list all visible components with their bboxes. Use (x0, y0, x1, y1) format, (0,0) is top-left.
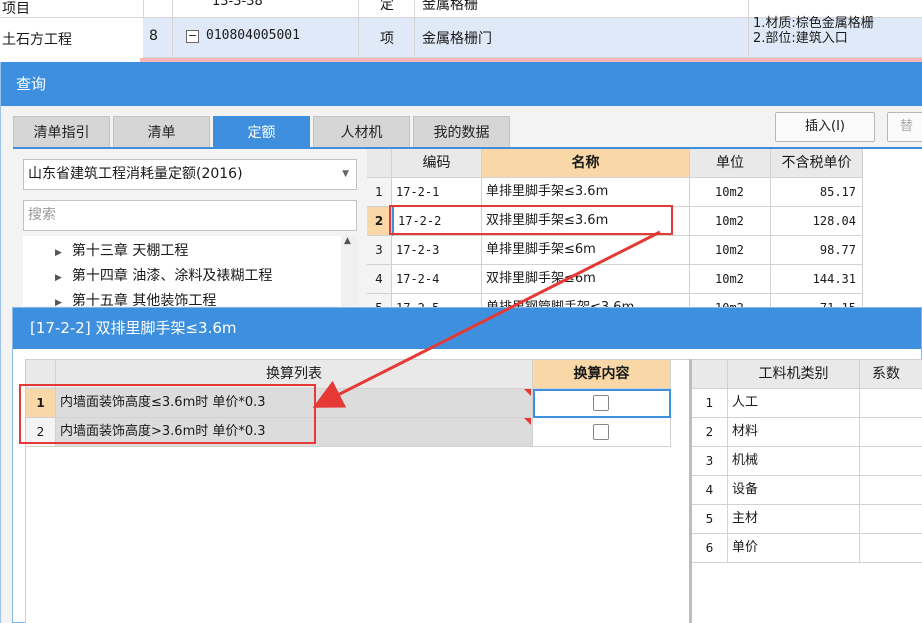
chevron-down-icon: ▼ (342, 169, 349, 179)
cat-row-coef[interactable] (860, 389, 922, 418)
caret-right-icon: ▶ (55, 298, 62, 306)
annotation-box-quota (389, 205, 673, 235)
bg-description: 1.材质:棕色金属格栅 2.部位:建筑入口 (753, 16, 874, 46)
quota-row-name[interactable]: 单排里脚手架≤6m (482, 236, 690, 265)
insert-button[interactable]: 插入(I) (775, 112, 875, 142)
quota-row-unit: 10m2 (690, 265, 771, 294)
cat-row-name[interactable]: 单价 (728, 534, 860, 563)
cat-header-num (692, 360, 728, 389)
bg-row-number: 8 (149, 28, 158, 44)
bg-row0-code: 13-3-38 (212, 0, 263, 9)
cat-row-name[interactable]: 机械 (728, 447, 860, 476)
bg-name: 金属格栅门 (422, 31, 492, 47)
cat-row-coef[interactable] (860, 505, 922, 534)
tab-list-guide[interactable]: 清单指引 (13, 116, 110, 148)
conv-row-content-cell[interactable] (533, 418, 671, 447)
edit-marker-icon (524, 418, 531, 425)
cat-row-name[interactable]: 设备 (728, 476, 860, 505)
quota-header-code[interactable]: 编码 (392, 149, 482, 178)
quota-row-price: 128.04 (771, 207, 863, 236)
cat-row-coef[interactable] (860, 476, 922, 505)
tab-list[interactable]: 清单 (113, 116, 210, 148)
replace-button[interactable]: 替 (887, 112, 922, 142)
cat-header-category: 工料机类别 (728, 360, 860, 389)
quota-row-num: 4 (367, 265, 392, 294)
quota-library-select[interactable]: 山东省建筑工程消耗量定额(2016) ▼ (23, 159, 357, 190)
quota-row-code[interactable]: 17-2-1 (392, 178, 482, 207)
cat-row-num: 1 (692, 389, 728, 418)
cat-row-coef[interactable] (860, 534, 922, 563)
tree-item-ch14[interactable]: ▶ 第十四章 油漆、涂料及裱糊工程 (55, 265, 272, 285)
chapter-tree: ▶ 第十三章 天棚工程 ▶ 第十四章 油漆、涂料及裱糊工程 ▶ 第十五章 其他装饰工程… (23, 236, 357, 306)
cat-row-coef[interactable] (860, 447, 922, 476)
bg-unit: 项 (380, 31, 394, 47)
collapse-icon[interactable]: − (186, 30, 199, 43)
quota-row-price: 85.17 (771, 178, 863, 207)
cat-header-coef: 系数 (860, 360, 922, 389)
bg-row0-unit: 定 (380, 0, 394, 13)
quota-row-unit: 10m2 (690, 178, 771, 207)
quota-header-num (367, 149, 392, 178)
quota-row-price: 98.77 (771, 236, 863, 265)
bg-left-label-2: 土石方工程 (2, 32, 72, 48)
caret-right-icon: ▶ (55, 248, 62, 258)
quota-library-value: 山东省建筑工程消耗量定额(2016) (28, 166, 243, 182)
quota-row-price: 144.31 (771, 265, 863, 294)
cat-row-num: 2 (692, 418, 728, 447)
conv-row-content-cell[interactable] (533, 389, 671, 418)
cat-row-num: 5 (692, 505, 728, 534)
quota-row-code[interactable]: 17-2-4 (392, 265, 482, 294)
tree-item-ch15[interactable]: ▶ 第十五章 其他装饰工程 (55, 290, 216, 306)
tree-scrollbar[interactable]: ▲ (341, 236, 357, 306)
bg-row0-name: 金属格栅 (422, 0, 478, 13)
scroll-up-icon[interactable]: ▲ (344, 236, 351, 246)
cat-row-name[interactable]: 材料 (728, 418, 860, 447)
bg-left-label-1: 项目 (2, 1, 30, 17)
query-dialog-title[interactable]: 查询 (1, 62, 922, 106)
conversion-dialog-title[interactable]: [17-2-2] 双排里脚手架≤3.6m (13, 308, 921, 349)
conv-row-checkbox[interactable] (593, 395, 609, 411)
bg-code: 010804005001 (206, 28, 300, 43)
tab-my-data[interactable]: 我的数据 (413, 116, 510, 148)
cat-row-num: 3 (692, 447, 728, 476)
caret-right-icon: ▶ (55, 273, 62, 283)
quota-row-num: 3 (367, 236, 392, 265)
cat-row-name[interactable]: 主材 (728, 505, 860, 534)
cat-row-coef[interactable] (860, 418, 922, 447)
category-coefficient-table: 工料机类别 系数 1 人工 2 材料 3 机械 4 设备 5 主材 6 单价 (692, 359, 922, 623)
cat-row-name[interactable]: 人工 (728, 389, 860, 418)
conv-header-content: 换算内容 (533, 360, 671, 389)
quota-row-unit: 10m2 (690, 236, 771, 265)
quota-header-price[interactable]: 不含税单价 (771, 149, 863, 178)
quota-row-num: 1 (367, 178, 392, 207)
cat-row-num: 6 (692, 534, 728, 563)
conversion-dialog: [17-2-2] 双排里脚手架≤3.6m 换算列表 换算内容 1 内墙面装饰高度… (12, 307, 922, 623)
quota-header-unit[interactable]: 单位 (690, 149, 771, 178)
cat-row-num: 4 (692, 476, 728, 505)
conv-row-checkbox[interactable] (593, 424, 609, 440)
quota-row-unit: 10m2 (690, 207, 771, 236)
annotation-box-conversion (19, 384, 316, 444)
quota-row-name[interactable]: 双排里脚手架≤6m (482, 265, 690, 294)
edit-marker-icon (524, 389, 531, 396)
quota-row-code[interactable]: 17-2-3 (392, 236, 482, 265)
quota-row-name[interactable]: 单排里脚手架≤3.6m (482, 178, 690, 207)
tab-quota[interactable]: 定额 (213, 116, 310, 148)
search-input[interactable]: 搜索 (23, 200, 357, 231)
quota-header-name[interactable]: 名称 (482, 149, 690, 178)
tree-item-ch13[interactable]: ▶ 第十三章 天棚工程 (55, 240, 188, 260)
background-spreadsheet: 项目 13-3-38 定 金属格栅 土石方工程 8 − 010804005001… (0, 0, 922, 62)
tab-labor-material-machine[interactable]: 人材机 (313, 116, 410, 148)
